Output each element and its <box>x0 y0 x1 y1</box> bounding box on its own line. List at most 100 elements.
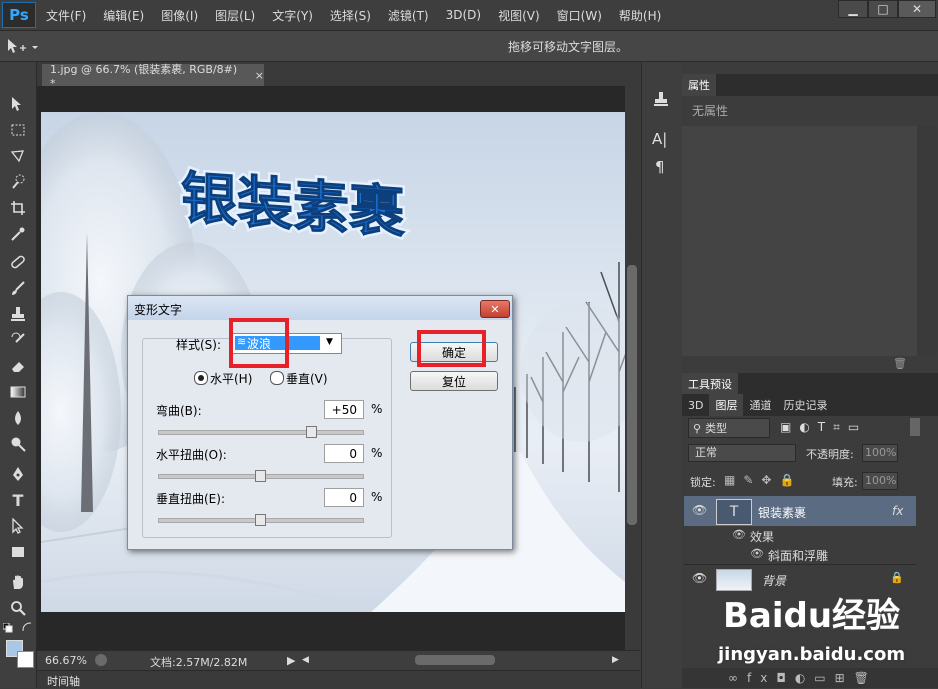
trash-icon[interactable]: 🗑 <box>893 357 907 370</box>
tab-3d[interactable]: 3D <box>682 394 709 416</box>
vertical-distortion-thumb[interactable] <box>255 514 266 526</box>
menu-view[interactable]: 视图(V) <box>498 7 540 24</box>
reset-button[interactable]: 复位 <box>410 371 498 391</box>
character-panel-icon[interactable]: A| <box>652 130 670 148</box>
bevel-emboss-label: 斜面和浮雕 <box>768 549 829 563</box>
menu-layer[interactable]: 图层(L) <box>215 7 255 24</box>
zoom-tool-icon[interactable] <box>8 598 28 618</box>
clone-stamp-tool-icon[interactable] <box>8 304 28 324</box>
document-tab[interactable]: 1.jpg @ 66.7% (银装素裹, RGB/8#) * × <box>42 63 264 90</box>
menu-filter[interactable]: 滤镜(T) <box>388 7 429 24</box>
background-color-swatch[interactable] <box>17 651 34 668</box>
effects-label: 效果 <box>750 530 775 544</box>
menu-image[interactable]: 图像(I) <box>161 7 198 24</box>
radio-vertical[interactable] <box>270 371 284 385</box>
menu-type[interactable]: 文字(Y) <box>272 7 313 24</box>
horizontal-scroll-thumb[interactable] <box>415 655 495 665</box>
bend-slider-track[interactable] <box>158 430 364 435</box>
layer-name[interactable]: 银装素裹 <box>758 504 806 521</box>
tool-presets-panel-header: 工具预设 <box>682 373 938 395</box>
bevel-emboss-row[interactable]: 👁 斜面和浮雕 <box>684 545 916 564</box>
properties-content <box>682 126 917 356</box>
menu-select[interactable]: 选择(S) <box>330 7 371 24</box>
blur-tool-icon[interactable] <box>8 408 28 428</box>
menu-edit[interactable]: 编辑(E) <box>103 7 144 24</box>
menu-help[interactable]: 帮助(H) <box>619 7 661 24</box>
eyedropper-tool-icon[interactable] <box>8 224 28 244</box>
horizontal-distortion-label: 水平扭曲(O): <box>156 448 227 462</box>
lasso-tool-icon[interactable] <box>8 146 28 166</box>
layer-filter-select[interactable]: ⚲ 类型 <box>688 418 770 438</box>
paragraph-panel-icon[interactable]: ¶ <box>655 158 673 176</box>
zoom-level[interactable]: 66.67% <box>45 654 87 667</box>
horizontal-distortion-field[interactable]: 0 <box>324 444 364 463</box>
lock-icons[interactable]: ▦✎✥🔒 <box>724 473 802 487</box>
move-tool-icon[interactable] <box>8 94 28 114</box>
brush-tool-icon[interactable] <box>8 278 28 298</box>
blend-mode-select[interactable]: 正常 <box>688 444 796 462</box>
radio-horizontal[interactable] <box>194 371 208 385</box>
marquee-tool-icon[interactable] <box>8 120 28 140</box>
layer-filter-icons[interactable]: ▣◐T⌗▭ <box>780 420 867 435</box>
status-menu-arrow-icon[interactable]: ▶ <box>287 654 295 667</box>
properties-scrollbar[interactable] <box>917 126 937 356</box>
opacity-label: 不透明度: <box>806 448 854 461</box>
scroll-right-icon[interactable]: ▶ <box>612 655 619 665</box>
gradient-tool-icon[interactable] <box>8 382 28 402</box>
horizontal-distortion-thumb[interactable] <box>255 470 266 482</box>
dialog-close-button[interactable]: ✕ <box>480 300 510 318</box>
fx-icon[interactable]: fx <box>892 504 903 518</box>
rectangle-tool-icon[interactable] <box>8 542 28 562</box>
tool-presets-tab[interactable]: 工具预设 <box>682 373 738 395</box>
quick-selection-tool-icon[interactable] <box>8 172 28 192</box>
maximize-button[interactable]: □ <box>868 0 898 18</box>
close-window-button[interactable]: ✕ <box>898 0 936 18</box>
dropdown-arrow-icon[interactable]: ▼ <box>326 337 333 347</box>
style-highlight-box <box>229 318 289 368</box>
dialog-titlebar[interactable] <box>128 296 512 320</box>
type-tool-icon[interactable]: T <box>8 490 28 510</box>
filter-toggle[interactable] <box>910 418 920 436</box>
background-eye-icon[interactable]: 👁 <box>692 571 707 585</box>
vertical-label[interactable]: 垂直(V) <box>286 370 328 387</box>
tab-history[interactable]: 历史记录 <box>777 394 833 416</box>
fill-field[interactable]: 100% <box>862 472 898 490</box>
healing-brush-tool-icon[interactable] <box>8 252 28 272</box>
history-brush-tool-icon[interactable] <box>8 330 28 350</box>
effects-eye-icon[interactable]: 👁 <box>732 528 746 541</box>
tool-presets-icon[interactable] <box>652 90 670 108</box>
layers-footer-icons[interactable]: ∞fx◘◐▭⊞🗑 <box>682 668 938 688</box>
layer-effects-row[interactable]: 👁 效果 <box>684 526 916 545</box>
layer-row-text[interactable]: 👁 T 银装素裹 fx <box>684 496 916 526</box>
menu-window[interactable]: 窗口(W) <box>557 7 602 24</box>
horizontal-label[interactable]: 水平(H) <box>210 370 252 387</box>
timeline-label[interactable]: 时间轴 <box>47 673 80 689</box>
style-label: 样式(S): <box>176 338 222 352</box>
menu-3d[interactable]: 3D(D) <box>446 8 481 22</box>
close-document-icon[interactable]: × <box>255 69 264 82</box>
dodge-tool-icon[interactable] <box>8 434 28 454</box>
tab-layers[interactable]: 图层 <box>709 394 744 416</box>
move-tool-preset-icon[interactable] <box>6 36 38 56</box>
scroll-left-icon[interactable]: ◀ <box>302 655 309 665</box>
tab-channels[interactable]: 通道 <box>743 394 777 416</box>
hand-tool-icon[interactable] <box>8 572 28 592</box>
vertical-scroll-thumb[interactable] <box>627 265 637 525</box>
default-colors-icon[interactable] <box>2 622 13 633</box>
background-layer-name[interactable]: 背景 <box>762 572 786 589</box>
crop-tool-icon[interactable] <box>8 198 28 218</box>
eraser-tool-icon[interactable] <box>8 356 28 376</box>
menu-file[interactable]: 文件(F) <box>46 7 86 24</box>
opacity-field[interactable]: 100% <box>862 444 898 462</box>
path-selection-tool-icon[interactable] <box>8 516 28 536</box>
visibility-eye-icon[interactable]: 👁 <box>692 503 707 517</box>
properties-tab[interactable]: 属性 <box>682 74 716 96</box>
bevel-eye-icon[interactable]: 👁 <box>750 547 764 560</box>
swap-colors-icon[interactable] <box>22 621 32 632</box>
bend-slider-thumb[interactable] <box>306 426 317 438</box>
status-info-icon[interactable] <box>95 654 107 666</box>
pen-tool-icon[interactable] <box>8 464 28 484</box>
bend-field[interactable]: +50 <box>324 400 364 419</box>
vertical-distortion-field[interactable]: 0 <box>324 488 364 507</box>
minimize-button[interactable]: ▁ <box>838 0 868 18</box>
